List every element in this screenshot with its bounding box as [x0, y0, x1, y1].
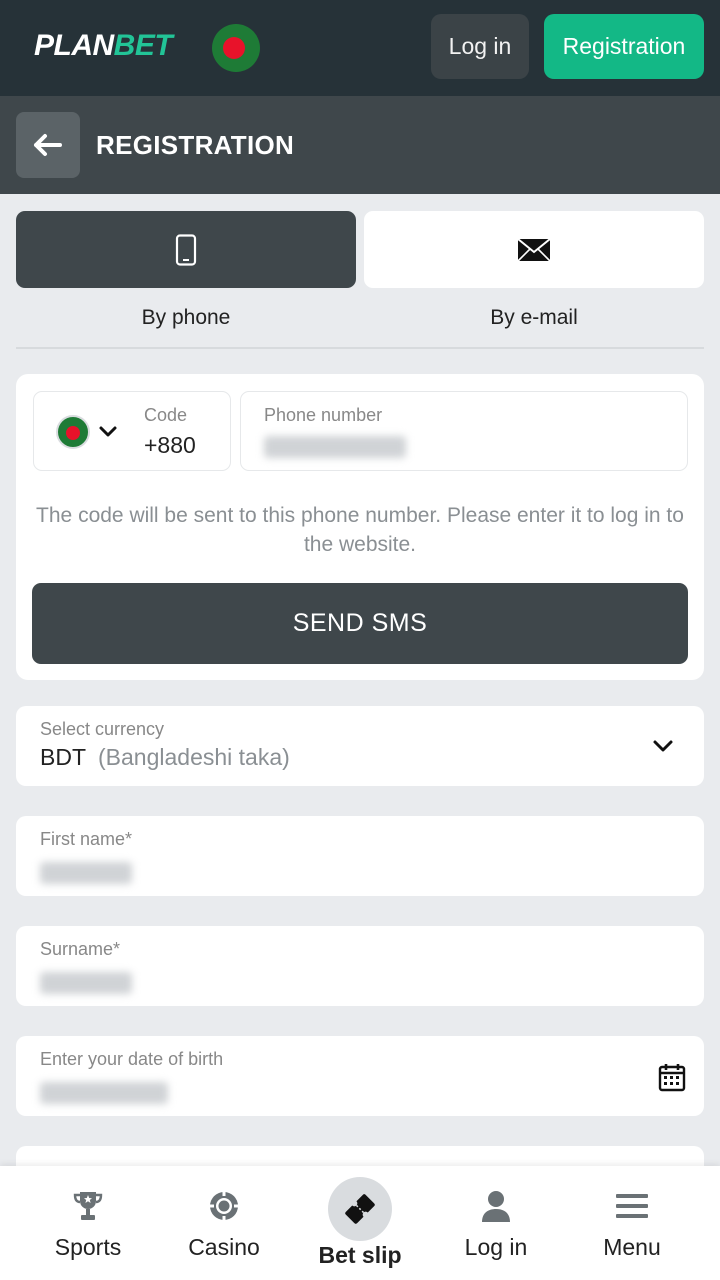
- page-title-bar: REGISTRATION: [0, 96, 720, 194]
- logo-bet-text: BET: [113, 29, 173, 62]
- casino-chip-icon: [208, 1188, 240, 1224]
- date-of-birth-value-blurred: [40, 1082, 168, 1104]
- first-name-field[interactable]: First name*: [16, 816, 704, 896]
- nav-casino-label: Casino: [188, 1234, 260, 1260]
- phone-registration-card: Code +880 Phone number The code will be …: [16, 374, 704, 680]
- chevron-down-icon: [653, 740, 673, 752]
- phone-number-input[interactable]: Phone number: [240, 391, 688, 471]
- bangladesh-flag-icon[interactable]: [212, 24, 260, 72]
- phone-number-value-blurred: [264, 436, 406, 458]
- sms-hint-text: The code will be sent to this phone numb…: [36, 504, 684, 556]
- nav-casino[interactable]: Casino: [152, 1166, 296, 1280]
- trophy-icon: [71, 1188, 105, 1224]
- ticket-icon: [345, 1194, 375, 1224]
- date-of-birth-field[interactable]: Enter your date of birth: [16, 1036, 704, 1116]
- top-header: PLANBET Log in Registration: [0, 0, 720, 96]
- nav-menu-label: Menu: [603, 1234, 661, 1260]
- surname-label: Surname*: [40, 939, 121, 959]
- tab-by-email[interactable]: [364, 211, 704, 288]
- envelope-icon: [517, 237, 551, 262]
- planbet-logo[interactable]: PLANBET: [34, 29, 173, 63]
- nav-login[interactable]: Log in: [424, 1166, 568, 1280]
- currency-code: BDT: [40, 744, 86, 770]
- back-button[interactable]: [16, 112, 80, 178]
- tab-by-email-label[interactable]: By e-mail: [364, 306, 704, 330]
- header-registration-button[interactable]: Registration: [544, 14, 704, 79]
- date-of-birth-label: Enter your date of birth: [40, 1049, 224, 1069]
- country-code-selector[interactable]: Code +880: [33, 391, 231, 471]
- calendar-icon[interactable]: [658, 1062, 686, 1092]
- phone-icon: [175, 233, 197, 266]
- page-title: REGISTRATION: [96, 130, 295, 160]
- nav-bet-slip[interactable]: [328, 1177, 392, 1241]
- nav-menu[interactable]: Menu: [560, 1166, 704, 1280]
- currency-select[interactable]: Select currency BDT (Bangladeshi taka): [16, 706, 704, 786]
- tab-by-phone[interactable]: [16, 211, 356, 288]
- tab-by-phone-label[interactable]: By phone: [16, 306, 356, 330]
- nav-bet-slip-label[interactable]: Bet slip: [288, 1242, 432, 1269]
- first-name-value-blurred: [40, 862, 132, 884]
- first-name-label: First name*: [40, 829, 133, 849]
- user-icon: [480, 1188, 512, 1224]
- arrow-left-icon: [34, 134, 62, 156]
- currency-name: (Bangladeshi taka): [98, 744, 290, 770]
- surname-value-blurred: [40, 972, 132, 994]
- bangladesh-flag-icon: [56, 415, 90, 449]
- code-value: +880: [144, 432, 196, 458]
- send-sms-button[interactable]: SEND SMS: [32, 583, 688, 664]
- nav-login-label: Log in: [464, 1234, 528, 1260]
- logo-plan-text: PLAN: [34, 29, 114, 62]
- code-label: Code: [144, 405, 188, 425]
- header-login-button[interactable]: Log in: [431, 14, 529, 79]
- nav-sports-label: Sports: [54, 1234, 122, 1260]
- nav-sports[interactable]: Sports: [16, 1166, 160, 1280]
- tab-divider: [16, 347, 704, 349]
- chevron-down-icon: [99, 426, 117, 437]
- surname-field[interactable]: Surname*: [16, 926, 704, 1006]
- hamburger-menu-icon: [615, 1188, 649, 1224]
- phone-number-label: Phone number: [264, 405, 383, 425]
- currency-label: Select currency: [40, 719, 165, 739]
